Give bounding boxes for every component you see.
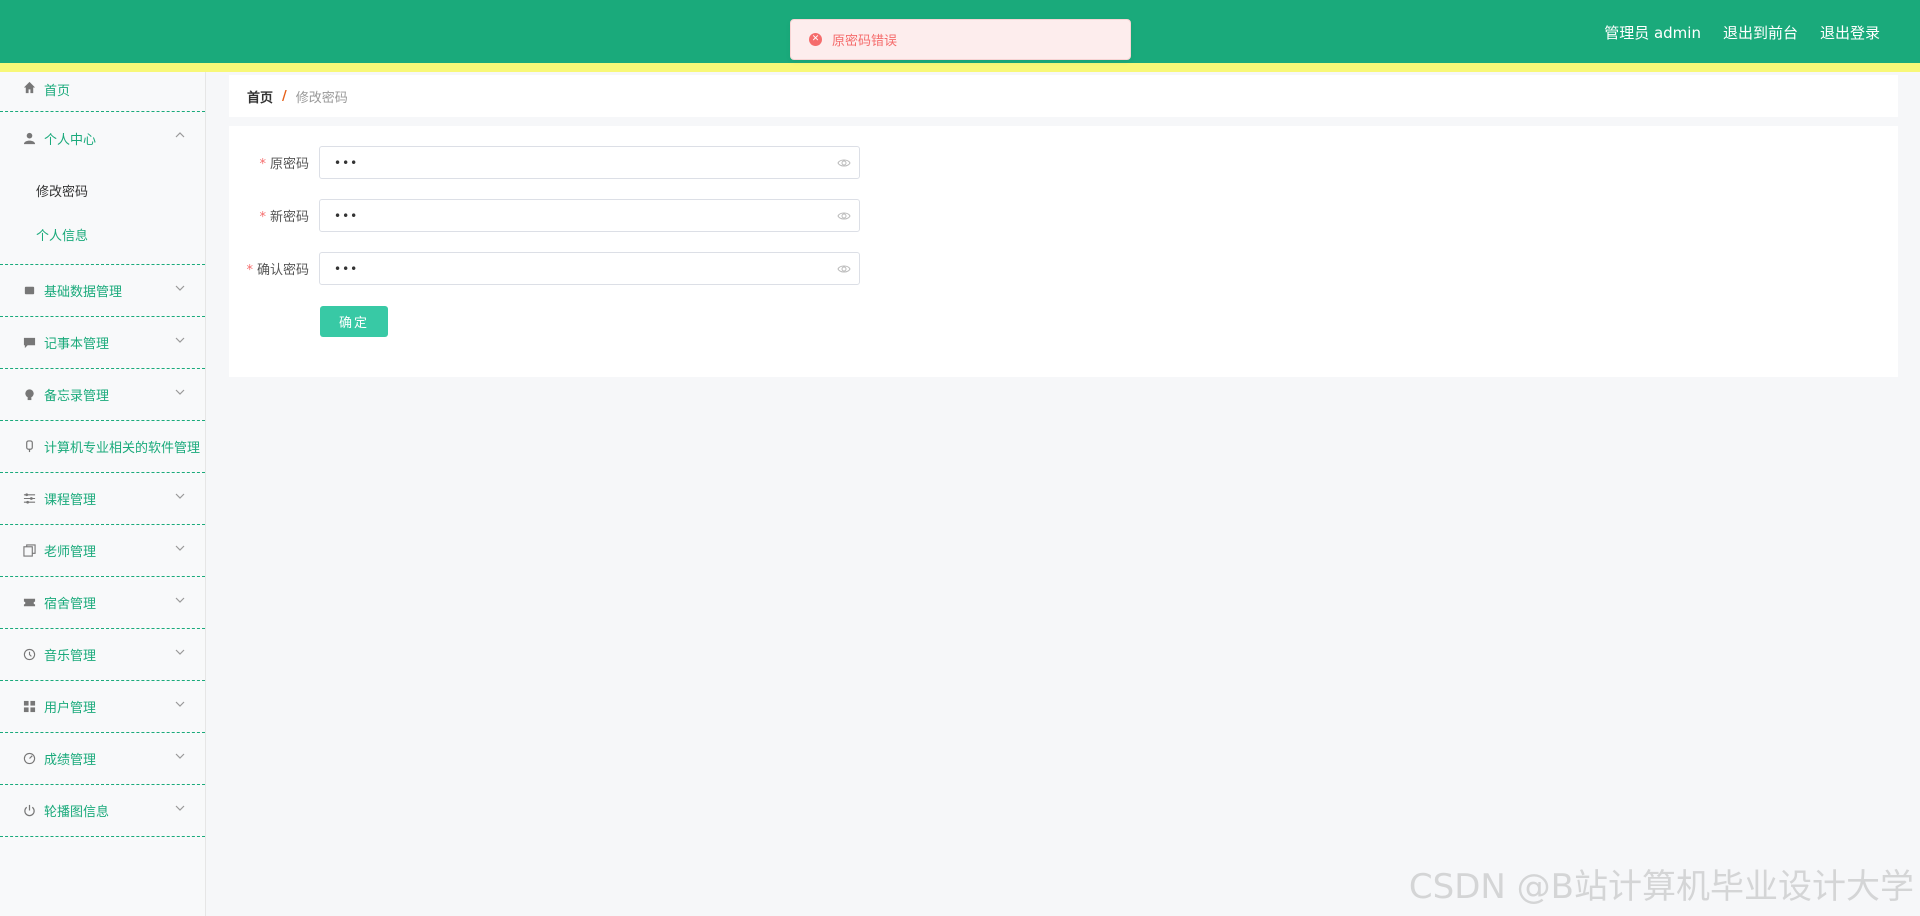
error-circle-icon: ✕ (809, 33, 822, 46)
sidebar-item-music[interactable]: 音乐管理 (0, 629, 205, 681)
breadcrumb-home[interactable]: 首页 (247, 87, 273, 106)
breadcrumb: 首页 / 修改密码 (229, 75, 1898, 117)
clock-icon (22, 648, 36, 662)
header-links: 管理员 admin 退出到前台 退出登录 (1604, 22, 1880, 43)
header-stripe (0, 63, 1920, 72)
breadcrumb-separator: / (282, 88, 287, 104)
sidebar-item-home[interactable]: 首页 (0, 72, 205, 112)
sidebar-item-label: 计算机专业相关的软件管理 (44, 441, 201, 456)
new-password-row: * 新密码 ••• (229, 199, 860, 232)
old-password-value: ••• (334, 155, 359, 170)
sidebar-item-label: 宿舍管理 (44, 597, 97, 612)
sidebar-item-label: 基础数据管理 (44, 285, 123, 300)
sidebar-item-software[interactable]: 计算机专业相关的软件管理 (0, 421, 205, 473)
eye-icon[interactable] (837, 156, 851, 170)
sidebar-item-dorm[interactable]: 宿舍管理 (0, 577, 205, 629)
old-password-field[interactable]: ••• (319, 146, 860, 179)
sidebar-item-basic-data[interactable]: 基础数据管理 (0, 265, 205, 317)
sidebar-item-notebook[interactable]: 记事本管理 (0, 317, 205, 369)
sidebar-menu: 首页 个人中心 修改密码 个人信息 基础数据管理 记事本管理 备忘录管理 计算机… (0, 72, 206, 916)
comment-icon (22, 336, 36, 350)
old-password-label: * 原密码 (259, 157, 309, 172)
submenu-item-label: 修改密码 (36, 184, 89, 200)
eye-icon[interactable] (837, 262, 851, 276)
sidebar-item-personal-center[interactable]: 个人中心 (0, 112, 205, 164)
sidebar-item-carousel[interactable]: 轮播图信息 (0, 785, 205, 837)
confirm-password-row: * 确认密码 ••• (229, 252, 860, 285)
sidebar-item-label: 轮播图信息 (44, 805, 110, 820)
sidebar-item-label: 个人中心 (44, 132, 97, 148)
toast-message: 原密码错误 (832, 34, 898, 49)
new-password-label: * 新密码 (259, 210, 309, 225)
home-icon (22, 80, 36, 94)
submit-button[interactable]: 确定 (320, 306, 388, 337)
copy-icon (22, 544, 36, 558)
confirm-password-value: ••• (334, 261, 359, 276)
sidebar-item-course[interactable]: 课程管理 (0, 473, 205, 525)
sidebar-item-label: 成绩管理 (44, 753, 97, 768)
chevron-up-icon (175, 132, 185, 138)
admin-user-label: 管理员 admin (1604, 24, 1701, 42)
power-icon (22, 804, 36, 818)
sidebar-item-label: 首页 (44, 84, 71, 99)
sidebar-item-label: 用户管理 (44, 701, 97, 716)
new-password-field[interactable]: ••• (319, 199, 860, 232)
new-password-value: ••• (334, 208, 359, 223)
sidebar-item-user[interactable]: 用户管理 (0, 681, 205, 733)
confirm-password-field[interactable]: ••• (319, 252, 860, 285)
submenu-item-label: 个人信息 (36, 228, 89, 244)
sidebar-item-label: 备忘录管理 (44, 389, 110, 404)
chevron-down-icon (175, 701, 185, 707)
chevron-down-icon (175, 597, 185, 603)
sliders-icon (22, 492, 36, 506)
bulb-icon (22, 388, 36, 402)
ticket-icon (22, 596, 36, 610)
submenu-item-personal-info[interactable]: 个人信息 (0, 212, 205, 256)
box-icon (22, 284, 36, 298)
chevron-down-icon (175, 805, 185, 811)
chevron-down-icon (175, 649, 185, 655)
chevron-down-icon (175, 753, 185, 759)
chevron-down-icon (175, 285, 185, 291)
sidebar-item-grades[interactable]: 成绩管理 (0, 733, 205, 785)
personal-center-submenu: 修改密码 个人信息 (0, 164, 205, 265)
mic-icon (22, 440, 36, 454)
eye-icon[interactable] (837, 209, 851, 223)
chevron-down-icon (175, 337, 185, 343)
sidebar-item-label: 课程管理 (44, 493, 97, 508)
sidebar-item-label: 老师管理 (44, 545, 97, 560)
gauge-icon (22, 752, 36, 766)
sidebar-item-teacher[interactable]: 老师管理 (0, 525, 205, 577)
chevron-down-icon (175, 545, 185, 551)
chevron-down-icon (175, 493, 185, 499)
user-icon (22, 131, 36, 145)
breadcrumb-current: 修改密码 (295, 90, 348, 106)
sidebar-item-memo[interactable]: 备忘录管理 (0, 369, 205, 421)
change-password-form: * 原密码 ••• * 新密码 ••• * 确认密码 ••• 确定 (229, 126, 1898, 377)
exit-to-front-link[interactable]: 退出到前台 (1723, 22, 1798, 43)
submenu-item-change-password[interactable]: 修改密码 (0, 168, 205, 212)
chevron-down-icon (175, 389, 185, 395)
sidebar-item-label: 记事本管理 (44, 337, 110, 352)
old-password-row: * 原密码 ••• (229, 146, 860, 179)
error-toast: ✕ 原密码错误 (790, 19, 1131, 60)
logout-link[interactable]: 退出登录 (1820, 22, 1880, 43)
sidebar-item-label: 音乐管理 (44, 649, 97, 664)
watermark: CSDN @B站计算机毕业设计大学 (1408, 867, 1914, 907)
grid-icon (22, 700, 36, 714)
confirm-password-label: * 确认密码 (246, 263, 309, 278)
